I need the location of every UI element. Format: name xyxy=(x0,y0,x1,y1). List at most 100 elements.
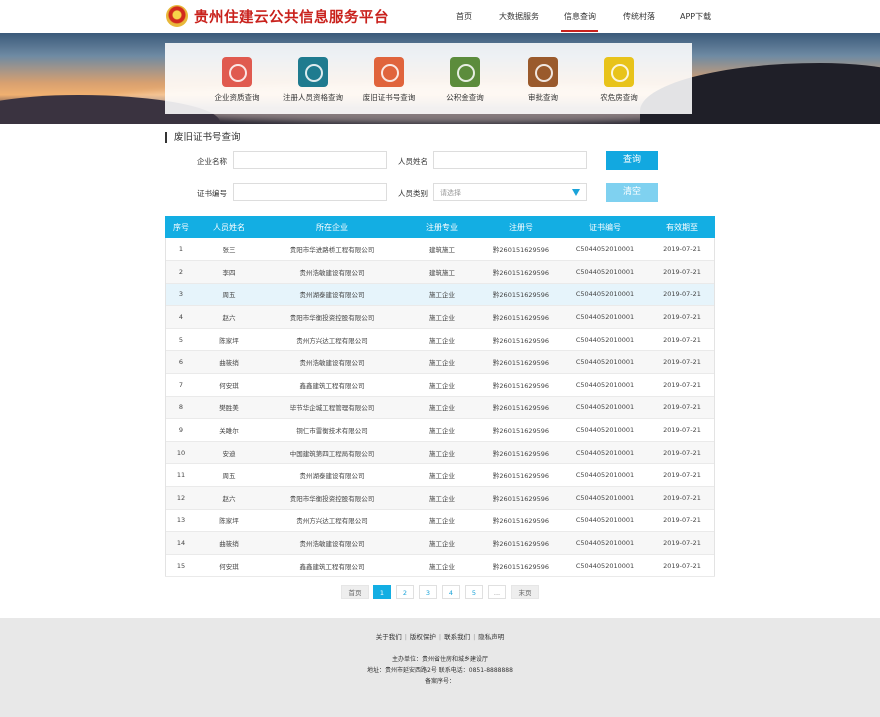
query-button[interactable]: 查询 xyxy=(606,151,658,170)
cell-expiry: 2019-07-21 xyxy=(663,313,701,322)
page-button-3[interactable]: 3 xyxy=(419,585,437,599)
table-row[interactable]: 7 何安琪 鑫鑫建筑工程有限公司 施工企业 黔260151629596 C50440520… xyxy=(165,374,715,397)
table-row[interactable]: 2 李四 贵州浩敏建设有限公司 建筑施工 黔260151629596 C504405201… xyxy=(165,260,715,284)
cell-reg-no: 黔260151629596 xyxy=(492,246,550,255)
cell-expiry: 2019-07-21 xyxy=(663,539,701,548)
table-row[interactable]: 12 赵六 贵阳市华衡投资控股有限公司 施工企业 黔260151629596 C50440… xyxy=(165,486,715,510)
cell-reg-no: 黔260151629596 xyxy=(492,540,550,549)
cell-company: 贵阳市华进路桥工程有限公司 xyxy=(289,246,375,255)
cell-cert-no: C5044052010001 xyxy=(575,267,635,276)
quick-link-enterprise-cert[interactable]: 企业资质查询 xyxy=(202,57,272,103)
table-row[interactable]: 11 周五 贵州湖泰建设有限公司 施工企业 黔260151629596 C50440520… xyxy=(165,464,715,487)
cell-expiry: 2019-07-21 xyxy=(663,335,701,344)
quick-link-label: 公积金查询 xyxy=(446,93,484,102)
footer-link-contact[interactable]: 联系我们 xyxy=(444,633,470,641)
cell-specialty: 施工企业 xyxy=(429,517,455,526)
cell-name: 何安琪 xyxy=(219,381,239,390)
table-row[interactable]: 3 周五 贵州湖泰建设有限公司 施工企业 黔260151629596 C504405201… xyxy=(165,283,715,306)
site-title[interactable]: 贵州住建云公共信息服务平台 xyxy=(194,6,389,27)
cell-cert-no: C5044052010001 xyxy=(575,380,635,389)
cell-specialty: 施工企业 xyxy=(429,291,455,300)
quick-link-old-cert[interactable]: 废旧证书号查询 xyxy=(354,57,424,103)
old-cert-icon xyxy=(374,57,404,87)
cell-specialty: 施工企业 xyxy=(429,336,455,345)
cell-specialty: 施工企业 xyxy=(429,359,455,368)
cell-specialty: 施工企业 xyxy=(429,381,455,390)
cell-reg-no: 黔260151629596 xyxy=(492,562,550,571)
cell-reg-no: 黔260151629596 xyxy=(492,517,550,526)
page-button-2[interactable]: 2 xyxy=(396,585,414,599)
table-row[interactable]: 6 曲筱绡 贵州浩敏建设有限公司 施工企业 黔260151629596 C50440520… xyxy=(165,350,715,374)
cell-specialty: 施工企业 xyxy=(429,562,455,571)
footer-host: 主办单位：贵州省住房和城乡建设厅 xyxy=(391,656,488,663)
table-row[interactable]: 15 何安琪 鑫鑫建筑工程有限公司 施工企业 黔260151629596 C5044052… xyxy=(165,554,715,577)
cell-expiry: 2019-07-21 xyxy=(663,403,701,412)
cell-name: 赵六 xyxy=(222,314,236,323)
table-row[interactable]: 14 曲筱绡 贵州浩敏建设有限公司 施工企业 黔260151629596 C5044052… xyxy=(165,531,715,555)
cell-name: 李四 xyxy=(222,268,236,277)
cell-specialty: 施工企业 xyxy=(429,314,455,323)
nav-big-data[interactable]: 大数据服务 xyxy=(499,11,539,22)
nav-active-indicator xyxy=(561,30,598,32)
section-title: 废旧证书号查询 xyxy=(165,132,241,143)
cell-name: 陈家坪 xyxy=(219,517,239,526)
national-emblem-icon xyxy=(166,5,188,27)
cell-index: 12 xyxy=(176,493,186,502)
cell-cert-no: C5044052010001 xyxy=(575,471,635,480)
quick-link-label: 注册人员资格查询 xyxy=(283,93,343,102)
clear-button[interactable]: 清空 xyxy=(606,183,658,202)
cell-company: 贵州湖泰建设有限公司 xyxy=(299,472,365,481)
cert-input[interactable] xyxy=(233,183,387,201)
page-first-button[interactable]: 首页 xyxy=(341,585,369,599)
cell-name: 赵六 xyxy=(222,494,236,503)
nav-info-query[interactable]: 信息查询 xyxy=(564,11,596,22)
cell-expiry: 2019-07-21 xyxy=(663,290,701,299)
footer-icp: 备案序号： xyxy=(424,678,455,685)
cell-reg-no: 黔260151629596 xyxy=(492,268,550,277)
quick-link-rural-house[interactable]: 农危房查询 xyxy=(584,57,654,103)
col-header-index: 序号 xyxy=(173,222,189,232)
cell-reg-no: 黔260151629596 xyxy=(492,494,550,503)
page-button-1[interactable]: 1 xyxy=(373,585,391,599)
table-row[interactable]: 13 陈家坪 贵州方兴达工程有限公司 施工企业 黔260151629596 C504405… xyxy=(165,509,715,532)
cell-reg-no: 黔260151629596 xyxy=(492,404,550,413)
page-button-5[interactable]: 5 xyxy=(465,585,483,599)
cell-company: 中国建筑第四工程局有限公司 xyxy=(289,449,375,458)
table-row[interactable]: 5 陈家坪 贵州方兴达工程有限公司 施工企业 黔260151629596 C5044052… xyxy=(165,328,715,351)
table-row[interactable]: 9 关雎尔 铜仁市雷衡技术有限公司 施工企业 黔260151629596 C5044052… xyxy=(165,419,715,442)
cell-name: 陈家坪 xyxy=(219,336,239,345)
footer-separator: | xyxy=(404,633,407,641)
company-input[interactable] xyxy=(233,151,387,169)
cell-expiry: 2019-07-21 xyxy=(663,561,701,570)
quick-link-approval[interactable]: 审批查询 xyxy=(508,57,578,103)
nav-home[interactable]: 首页 xyxy=(456,11,472,22)
nav-traditional-village[interactable]: 传统村落 xyxy=(623,11,655,22)
table-row[interactable]: 4 赵六 贵阳市华衡投资控股有限公司 施工企业 黔260151629596 C504405… xyxy=(165,305,715,329)
table-row[interactable]: 10 安迪 中国建筑第四工程局有限公司 施工企业 黔260151629596 C50440… xyxy=(165,441,715,464)
quick-link-provident-fund[interactable]: 公积金查询 xyxy=(430,57,500,103)
cell-name: 樊胜美 xyxy=(219,404,239,413)
cell-index: 5 xyxy=(178,335,184,344)
cell-cert-no: C5044052010001 xyxy=(575,358,635,367)
cell-company: 毕节华企城工程管理有限公司 xyxy=(289,404,375,413)
cell-cert-no: C5044052010001 xyxy=(575,493,635,502)
category-label: 人员类别 xyxy=(398,189,428,198)
footer-link-about[interactable]: 关于我们 xyxy=(376,633,402,641)
cell-specialty: 施工企业 xyxy=(429,494,455,503)
quick-link-registered-staff[interactable]: 注册人员资格查询 xyxy=(278,57,348,103)
cell-specialty: 施工企业 xyxy=(429,404,455,413)
nav-app-download[interactable]: APP下载 xyxy=(680,11,711,22)
cell-expiry: 2019-07-21 xyxy=(663,471,701,480)
footer-link-privacy[interactable]: 隐私声明 xyxy=(478,633,504,641)
page-button-4[interactable]: 4 xyxy=(442,585,460,599)
cell-reg-no: 黔260151629596 xyxy=(492,336,550,345)
category-select[interactable]: 请选择 xyxy=(433,183,587,201)
cell-index: 15 xyxy=(176,561,186,570)
cell-expiry: 2019-07-21 xyxy=(663,358,701,367)
person-input[interactable] xyxy=(433,151,587,169)
footer-link-copyright[interactable]: 版权保护 xyxy=(410,633,436,641)
cell-index: 8 xyxy=(178,403,184,412)
table-row[interactable]: 1 张三 贵阳市华进路桥工程有限公司 建筑施工 黔260151629596 C504405… xyxy=(165,238,715,261)
table-row[interactable]: 8 樊胜美 毕节华企城工程管理有限公司 施工企业 黔260151629596 C50440… xyxy=(165,396,715,419)
page-last-button[interactable]: 末页 xyxy=(511,585,539,599)
